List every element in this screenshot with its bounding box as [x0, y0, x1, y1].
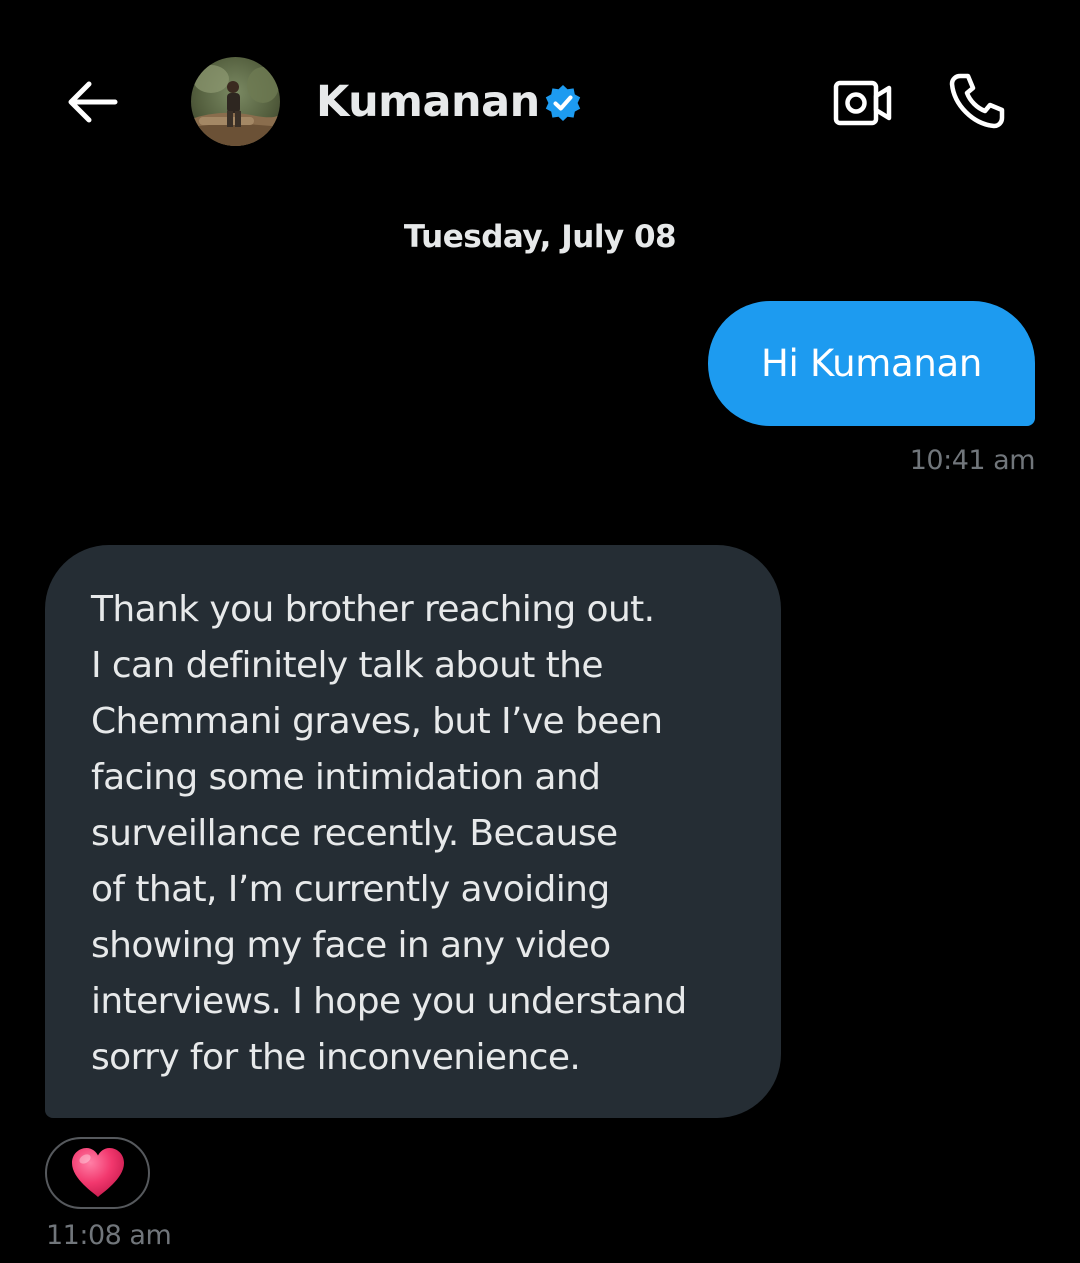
- incoming-message-text: Thank you brother reaching out. I can de…: [91, 589, 687, 1078]
- back-arrow-icon: [68, 81, 118, 123]
- heart-emoji-icon: [71, 1148, 124, 1197]
- outgoing-message-text: Hi Kumanan: [760, 342, 983, 385]
- contact-name[interactable]: Kumanan: [316, 72, 540, 132]
- phone-call-button[interactable]: [942, 68, 1012, 134]
- verified-badge-icon: [545, 85, 581, 121]
- outgoing-message-time: 10:41 am: [909, 445, 1036, 476]
- date-separator: Tuesday, July 08: [403, 219, 677, 255]
- outgoing-message-bubble[interactable]: Hi Kumanan: [708, 301, 1035, 426]
- avatar-photo: [191, 57, 280, 146]
- video-call-button[interactable]: [828, 72, 898, 134]
- incoming-message-bubble[interactable]: Thank you brother reaching out. I can de…: [45, 545, 781, 1118]
- phone-call-icon: [949, 73, 1005, 129]
- incoming-message-time: 11:08 am: [46, 1220, 172, 1251]
- video-call-icon: [833, 80, 892, 126]
- avatar[interactable]: [191, 57, 280, 146]
- back-button[interactable]: [58, 74, 124, 130]
- heart-reaction[interactable]: [45, 1137, 150, 1209]
- conversation-header: Kumanan: [0, 0, 1080, 200]
